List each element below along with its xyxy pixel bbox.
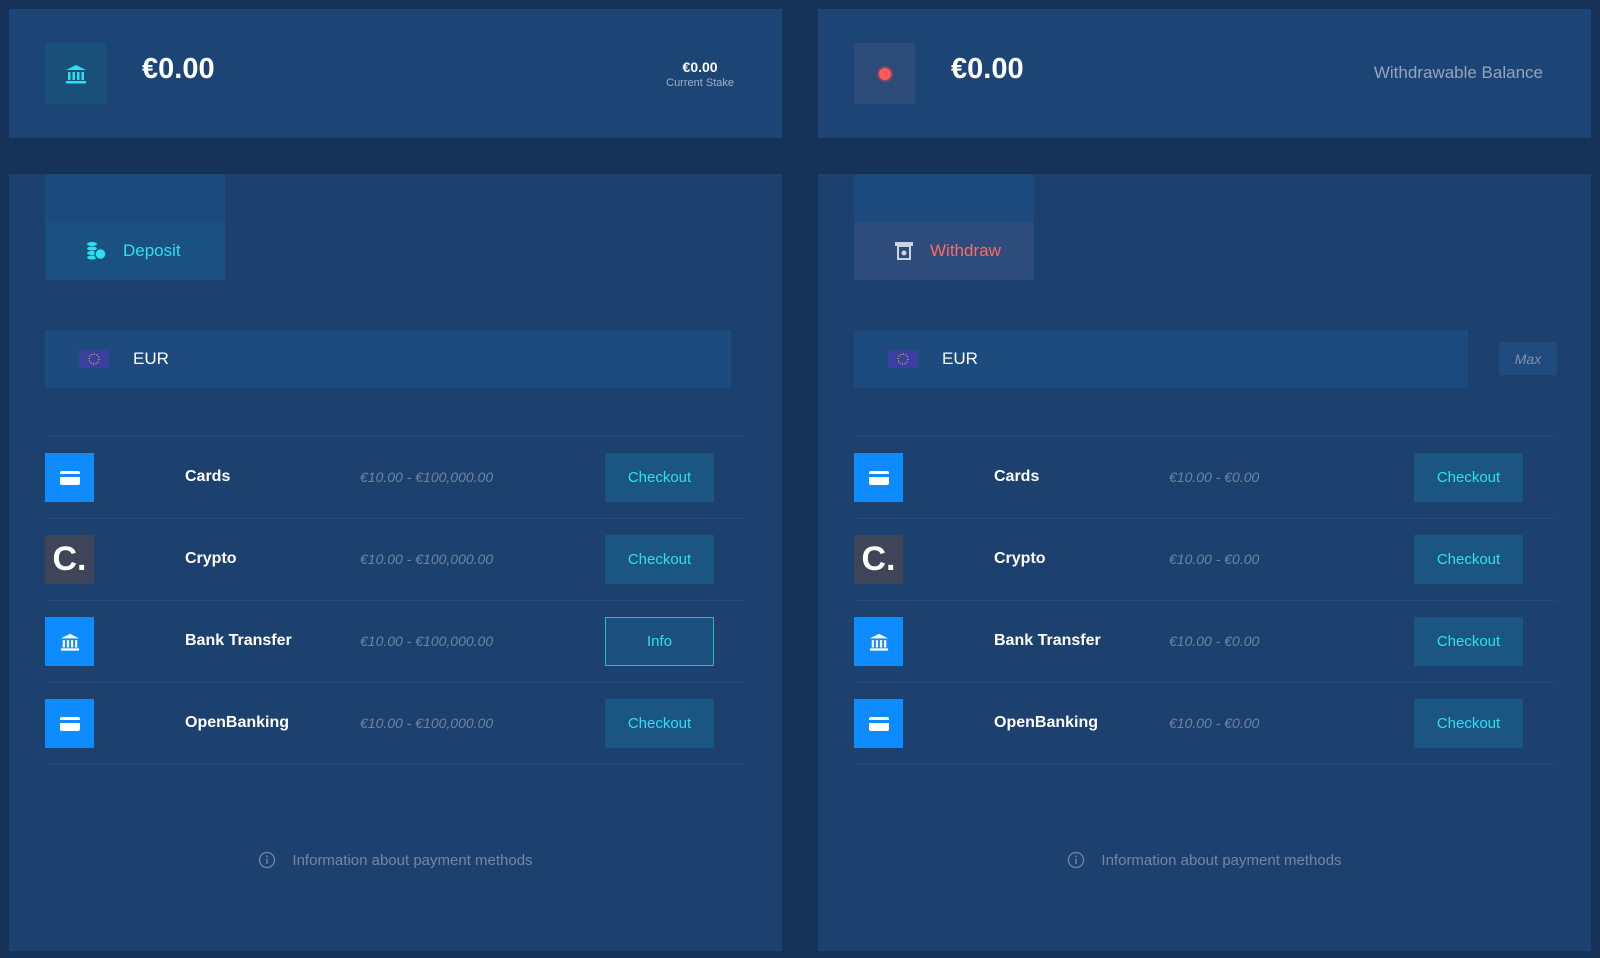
max-button[interactable]: Max [1499, 342, 1557, 375]
balance-amount: €0.00 [142, 53, 215, 85]
table-row: OpenBanking €10.00 - €100,000.00 Checkou… [45, 683, 747, 765]
payment-info-link[interactable]: Information about payment methods [818, 851, 1591, 869]
method-range: €10.00 - €0.00 [1169, 551, 1260, 567]
checkout-button[interactable]: Checkout [1414, 535, 1523, 584]
info-circle-icon [259, 851, 276, 869]
tab-deposit-label: Deposit [123, 241, 181, 260]
card-icon [45, 699, 94, 748]
info-button[interactable]: Info [605, 617, 714, 666]
method-range: €10.00 - €0.00 [1169, 469, 1260, 485]
withdraw-panel: Withdraw EUR Max Cards €10.00 - €0.00 Ch… [818, 174, 1591, 951]
method-name: OpenBanking [994, 714, 1099, 731]
currency-select[interactable]: EUR [45, 330, 731, 388]
current-stake-value: €0.00 [682, 59, 718, 75]
current-stake: €0.00 Current Stake [666, 59, 734, 89]
eu-flag-icon [79, 350, 109, 368]
method-range: €10.00 - €100,000.00 [360, 715, 494, 731]
method-name: Crypto [994, 550, 1046, 567]
bank-icon [854, 617, 903, 666]
atm-icon [895, 242, 913, 260]
tab-header [854, 174, 1034, 222]
tab-header [45, 174, 225, 222]
table-row: Bank Transfer €10.00 - €100,000.00 Info [45, 601, 747, 683]
withdrawable-label: Withdrawable Balance [1373, 63, 1543, 82]
table-row: C. Crypto €10.00 - €0.00 Checkout [854, 519, 1556, 601]
balance-card: €0.00 €0.00 Current Stake [9, 9, 782, 138]
withdrawable-amount: €0.00 [951, 53, 1024, 85]
bank-icon [45, 43, 106, 104]
method-name: Bank Transfer [994, 632, 1101, 649]
method-name: Bank Transfer [185, 632, 292, 649]
tab-withdraw[interactable]: Withdraw [854, 222, 1034, 280]
table-row: Cards €10.00 - €0.00 Checkout [854, 437, 1556, 519]
method-range: €10.00 - €100,000.00 [360, 551, 494, 567]
withdrawable-balance-card: €0.00 Withdrawable Balance [818, 9, 1591, 138]
checkout-button[interactable]: Checkout [605, 699, 714, 748]
payment-info-link[interactable]: Information about payment methods [9, 851, 782, 869]
method-name: OpenBanking [185, 714, 290, 731]
checkout-button[interactable]: Checkout [1414, 453, 1523, 502]
withdraw-methods: Cards €10.00 - €0.00 Checkout C. Crypto … [854, 436, 1556, 765]
currency-label: EUR [942, 349, 978, 368]
coins-icon [87, 242, 107, 261]
deposit-panel: Deposit EUR Cards €10.00 - €100,000.00 C… [9, 174, 782, 951]
crypto-logo-icon: C. [854, 535, 903, 584]
crypto-logo-icon: C. [45, 535, 94, 584]
record-dot-icon [854, 43, 915, 104]
method-range: €10.00 - €0.00 [1169, 715, 1260, 731]
method-name: Cards [994, 468, 1040, 485]
tab-withdraw-label: Withdraw [930, 241, 1001, 260]
tab-deposit[interactable]: Deposit [45, 222, 225, 280]
current-stake-label: Current Stake [666, 77, 734, 89]
method-name: Crypto [185, 550, 237, 567]
table-row: Cards €10.00 - €100,000.00 Checkout [45, 437, 747, 519]
method-range: €10.00 - €0.00 [1169, 633, 1260, 649]
checkout-button[interactable]: Checkout [1414, 617, 1523, 666]
payment-info-text: Information about payment methods [1101, 851, 1342, 869]
info-circle-icon [1068, 851, 1085, 869]
method-range: €10.00 - €100,000.00 [360, 633, 494, 649]
method-range: €10.00 - €100,000.00 [360, 469, 494, 485]
deposit-methods: Cards €10.00 - €100,000.00 Checkout C. C… [45, 436, 747, 765]
checkout-button[interactable]: Checkout [605, 535, 714, 584]
method-name: Cards [185, 468, 231, 485]
payment-info-text: Information about payment methods [292, 851, 533, 869]
currency-select[interactable]: EUR [854, 330, 1468, 388]
eu-flag-icon [888, 350, 918, 368]
card-icon [45, 453, 94, 502]
currency-label: EUR [133, 349, 169, 368]
card-icon [854, 699, 903, 748]
checkout-button[interactable]: Checkout [605, 453, 714, 502]
bank-icon [45, 617, 94, 666]
table-row: Bank Transfer €10.00 - €0.00 Checkout [854, 601, 1556, 683]
table-row: C. Crypto €10.00 - €100,000.00 Checkout [45, 519, 747, 601]
table-row: OpenBanking €10.00 - €0.00 Checkout [854, 683, 1556, 765]
card-icon [854, 453, 903, 502]
checkout-button[interactable]: Checkout [1414, 699, 1523, 748]
